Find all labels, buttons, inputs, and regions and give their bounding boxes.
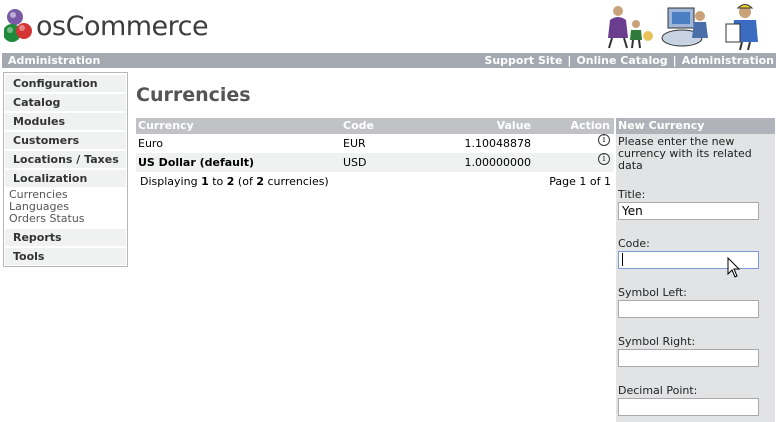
mouse-pointer-icon: [727, 257, 741, 278]
currency-value: 1.00000000: [464, 156, 531, 169]
column-header-action: Action: [570, 119, 610, 132]
page-title: Currencies: [136, 84, 251, 106]
symbol-left-label: Symbol Left:: [618, 286, 687, 299]
info-icon[interactable]: i: [598, 153, 610, 165]
symbol-left-input[interactable]: [618, 300, 759, 318]
administration-link[interactable]: Administration: [682, 54, 774, 67]
sidebar-item-tools[interactable]: Tools: [5, 248, 126, 265]
pagination-row: Displaying 1 to 2 (of 2 currencies) Page…: [136, 172, 614, 192]
info-icon[interactable]: i: [598, 134, 610, 146]
decimal-point-input[interactable]: [618, 398, 759, 416]
oscommerce-logo-icon: [4, 9, 32, 42]
link-separator: |: [672, 54, 677, 67]
decimal-point-label: Decimal Point:: [618, 384, 698, 397]
column-header-code: Code: [343, 119, 374, 132]
page-indicator: Page 1 of 1: [549, 175, 611, 188]
currency-name: Euro: [138, 137, 163, 150]
symbol-right-input[interactable]: [618, 349, 759, 367]
table-row[interactable]: US Dollar (default) USD 1.00000000 i: [136, 153, 614, 172]
link-separator: |: [567, 54, 572, 67]
sidebar-item-reports[interactable]: Reports: [5, 229, 126, 246]
top-bar-title: Administration: [8, 54, 101, 67]
column-header-value: Value: [496, 119, 531, 132]
sidebar-menu: Configuration Catalog Modules Customers …: [3, 72, 128, 267]
table-row[interactable]: Euro EUR 1.10048878 i: [136, 134, 614, 153]
displaying-from: 1: [201, 175, 209, 188]
sidebar-item-localization[interactable]: Localization: [5, 170, 126, 187]
online-catalog-link[interactable]: Online Catalog: [576, 54, 667, 67]
currencies-table-header: Currency Code Value Action: [136, 118, 614, 134]
code-label: Code:: [618, 237, 650, 250]
new-currency-panel: New Currency Please enter the new curren…: [616, 118, 775, 422]
displaying-to-word: to: [208, 175, 227, 188]
displaying-count: Displaying 1 to 2 (of 2 currencies): [140, 172, 329, 192]
sidebar-item-customers[interactable]: Customers: [5, 132, 126, 149]
currency-name: US Dollar (default): [138, 156, 255, 169]
sidebar-item-catalog[interactable]: Catalog: [5, 94, 126, 111]
title-input[interactable]: [618, 202, 759, 220]
displaying-prefix: Displaying: [140, 175, 202, 188]
currency-code: USD: [343, 156, 367, 169]
title-label: Title:: [618, 188, 646, 201]
displaying-of-suffix: currencies): [263, 175, 329, 188]
top-bar-links: Support Site | Online Catalog | Administrati…: [484, 53, 774, 68]
support-site-link[interactable]: Support Site: [484, 54, 562, 67]
logo-text: osCommerce: [36, 11, 209, 42]
sidebar-subitem-orders-status[interactable]: Orders Status: [9, 213, 85, 225]
column-header-currency: Currency: [138, 119, 194, 132]
displaying-total: 2: [256, 175, 264, 188]
currency-value: 1.10048878: [464, 137, 531, 150]
sidebar-item-locations-taxes[interactable]: Locations / Taxes: [5, 151, 126, 168]
admin-top-bar: Administration Support Site | Online Catal…: [2, 53, 776, 68]
currency-code: EUR: [343, 137, 366, 150]
panel-description: Please enter the new currency with its r…: [618, 135, 752, 172]
people-illustration-icon: [608, 4, 758, 50]
sidebar-item-modules[interactable]: Modules: [5, 113, 126, 130]
symbol-right-label: Symbol Right:: [618, 335, 696, 348]
displaying-of-prefix: (of: [234, 175, 257, 188]
panel-title: New Currency: [616, 118, 775, 134]
text-caret: [622, 253, 623, 266]
sidebar-item-configuration[interactable]: Configuration: [5, 75, 126, 92]
